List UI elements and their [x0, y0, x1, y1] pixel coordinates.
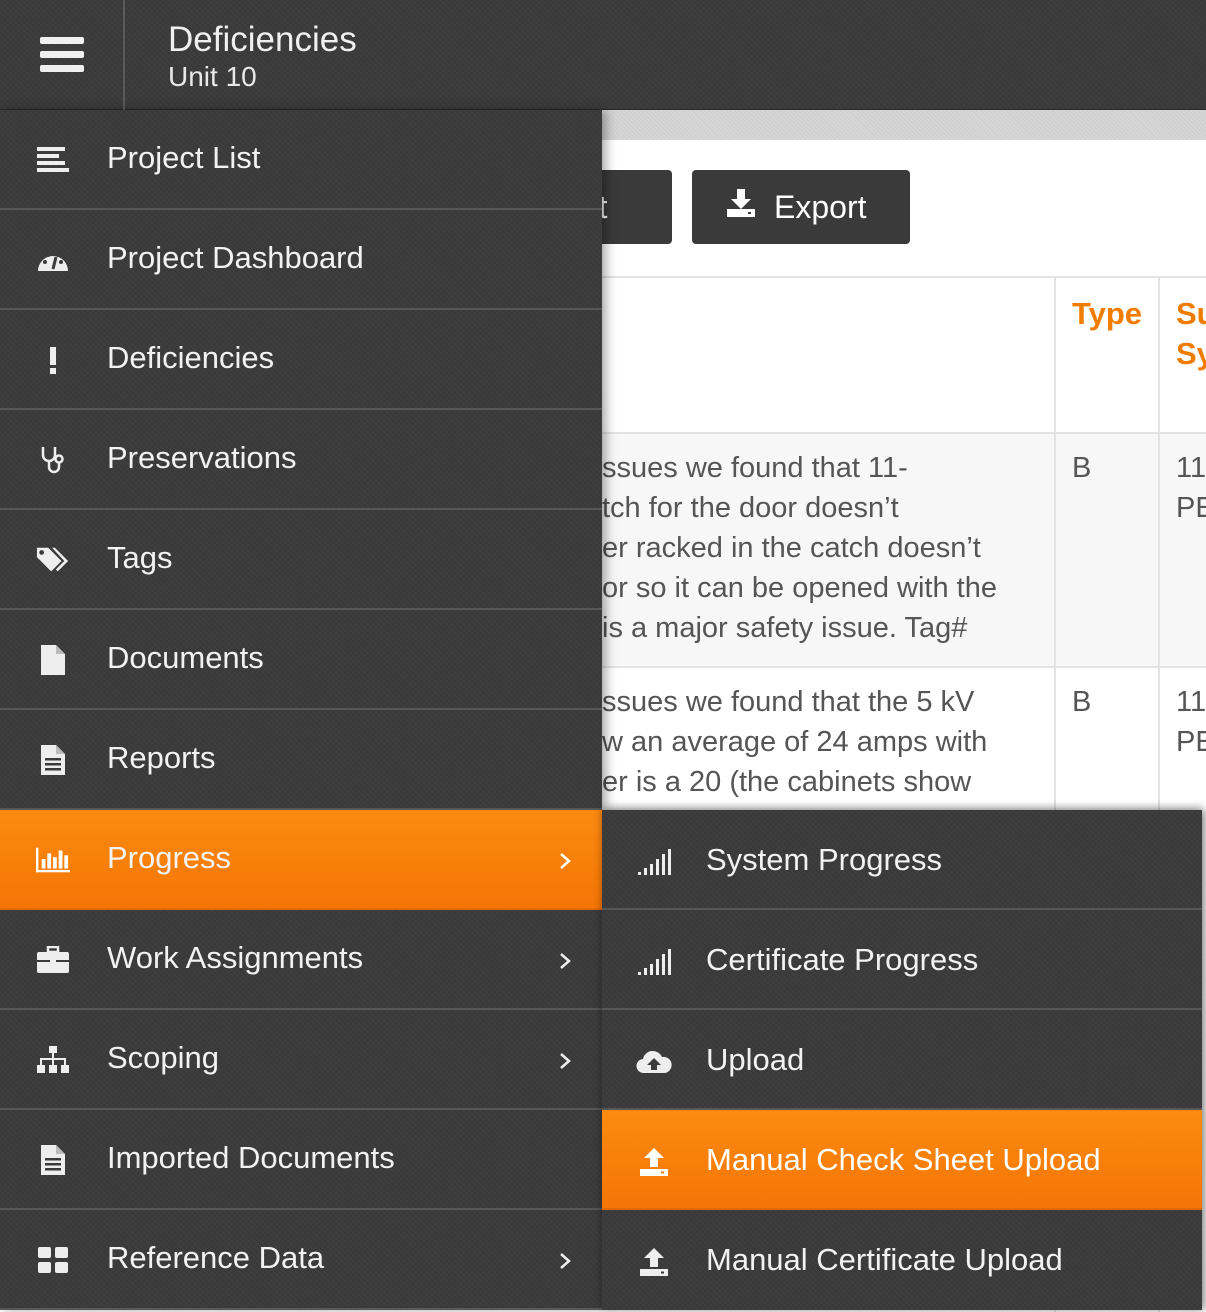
- menu-item-deficiencies[interactable]: Deficiencies: [0, 310, 602, 410]
- list-icon: [36, 144, 70, 176]
- upload-icon: [636, 1246, 672, 1278]
- description-line: w an average of 24 amps with: [602, 726, 988, 758]
- side-menu: Project List Project Dashboard Deficienc…: [0, 110, 602, 1310]
- signal-icon: [636, 946, 672, 978]
- menu-item-project-dashboard[interactable]: Project Dashboard: [0, 210, 602, 310]
- chevron-right-icon: [556, 946, 576, 976]
- upload-icon: [636, 1146, 672, 1178]
- bar-chart-icon: [36, 844, 70, 876]
- description-line: tch for the door doesn’t: [602, 492, 899, 524]
- menu-item-label: Project List: [107, 140, 261, 175]
- export-button[interactable]: Export: [692, 170, 910, 244]
- description-line: er is a 20 (the cabinets show: [602, 766, 972, 798]
- tags-icon: [36, 544, 70, 576]
- menu-item-reports[interactable]: Reports: [0, 710, 602, 810]
- submenu-item-manual-certificate-upload[interactable]: Manual Certificate Upload: [602, 1210, 1202, 1310]
- menu-item-work-assignments[interactable]: Work Assignments: [0, 910, 602, 1010]
- subsystem-cell: PE: [1176, 726, 1206, 758]
- subsystem-cell: 11: [1176, 686, 1206, 718]
- menu-item-label: Imported Documents: [107, 1140, 395, 1175]
- submenu-item-manual-check-sheet-upload[interactable]: Manual Check Sheet Upload: [602, 1110, 1202, 1210]
- app-header: Deficiencies Unit 10: [0, 0, 1206, 110]
- submenu-item-label: Upload: [706, 1042, 805, 1077]
- submenu-item-certificate-progress[interactable]: Certificate Progress: [602, 910, 1202, 1010]
- sitemap-icon: [36, 1044, 70, 1076]
- column-header-subsystem-line2: Sy: [1176, 336, 1206, 371]
- submenu-item-label: System Progress: [706, 842, 943, 877]
- menu-item-tags[interactable]: Tags: [0, 510, 602, 610]
- column-header-subsystem[interactable]: Su: [1176, 294, 1206, 334]
- menu-item-label: Work Assignments: [107, 940, 364, 975]
- menu-item-label: Deficiencies: [107, 340, 275, 375]
- file-icon: [36, 644, 70, 676]
- file-text-icon: [36, 744, 70, 776]
- chevron-right-icon: [556, 1046, 576, 1076]
- menu-item-label: Scoping: [107, 1040, 220, 1075]
- exclamation-icon: [36, 344, 70, 376]
- page-header-strip: [602, 110, 1206, 140]
- menu-item-label: Progress: [107, 840, 232, 875]
- file-text-icon: [36, 1144, 70, 1176]
- chevron-right-icon: [556, 1246, 576, 1276]
- submenu-item-upload[interactable]: Upload: [602, 1010, 1202, 1110]
- page-title: Deficiencies: [168, 20, 357, 59]
- stethoscope-icon: [36, 444, 70, 476]
- submenu-item-label: Manual Certificate Upload: [706, 1242, 1063, 1277]
- dashboard-icon: [36, 244, 70, 276]
- menu-item-label: Preservations: [107, 440, 297, 475]
- submenu-item-system-progress[interactable]: System Progress: [602, 810, 1202, 910]
- type-cell: B: [1072, 686, 1092, 718]
- export-button-label: Export: [774, 188, 867, 225]
- menu-item-label: Tags: [107, 540, 173, 575]
- menu-item-label: Documents: [107, 640, 264, 675]
- menu-item-label: Project Dashboard: [107, 240, 364, 275]
- row-divider: [602, 432, 1206, 434]
- submenu-item-label: Certificate Progress: [706, 942, 979, 977]
- menu-item-reference-data[interactable]: Reference Data: [0, 1210, 602, 1310]
- menu-item-scoping[interactable]: Scoping: [0, 1010, 602, 1110]
- chevron-right-icon: [556, 846, 576, 876]
- description-line: ssues we found that 11-: [602, 452, 908, 484]
- page-subtitle: Unit 10: [168, 61, 257, 92]
- row-divider: [602, 666, 1206, 668]
- subsystem-cell: PE: [1176, 492, 1206, 524]
- menu-item-label: Reference Data: [107, 1240, 325, 1275]
- signal-icon: [636, 846, 672, 878]
- menu-toggle-button[interactable]: [0, 0, 125, 110]
- menu-item-documents[interactable]: Documents: [0, 610, 602, 710]
- type-cell: B: [1072, 452, 1092, 484]
- cloud-upload-icon: [636, 1046, 672, 1078]
- submenu-item-label: Manual Check Sheet Upload: [706, 1142, 1101, 1177]
- menu-item-label: Reports: [107, 740, 216, 775]
- briefcase-icon: [36, 944, 70, 976]
- column-header-type[interactable]: Type: [1072, 294, 1142, 334]
- description-line: er racked in the catch doesn’t: [602, 532, 981, 564]
- menu-item-preservations[interactable]: Preservations: [0, 410, 602, 510]
- subsystem-cell: 11: [1176, 452, 1206, 484]
- grid-icon: [36, 1244, 70, 1276]
- hamburger-icon: [39, 37, 84, 73]
- description-line: or so it can be opened with the: [602, 572, 997, 604]
- description-line: ssues we found that the 5 kV: [602, 686, 975, 718]
- menu-item-project-list[interactable]: Project List: [0, 110, 602, 210]
- menu-item-progress[interactable]: Progress: [0, 810, 602, 910]
- progress-submenu: System Progress Certificate Progress Upl…: [602, 810, 1202, 1310]
- menu-item-imported-documents[interactable]: Imported Documents: [0, 1110, 602, 1210]
- description-line: is a major safety issue. Tag#: [602, 612, 968, 644]
- download-icon: [726, 188, 774, 226]
